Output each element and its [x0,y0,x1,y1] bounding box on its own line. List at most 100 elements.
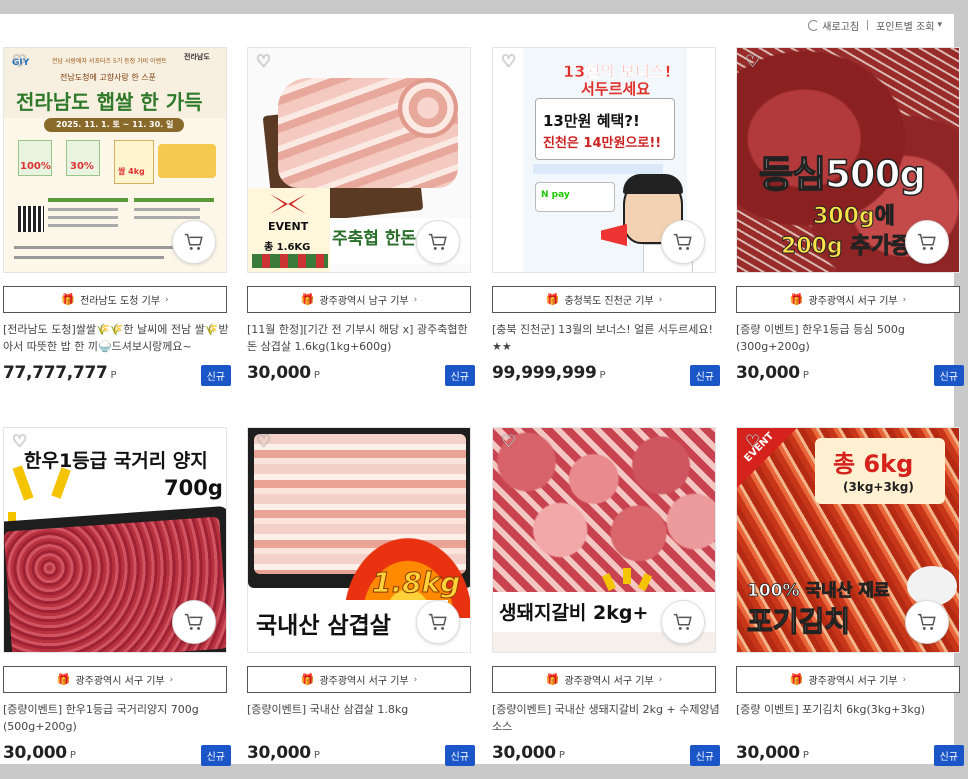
price-row: 99,999,999 P 신규 [492,363,720,387]
heart-icon[interactable]: ♡ [745,434,760,451]
product-card[interactable]: 1.8kg 국내산 삼겹살 ♡ 🎁 광주광역시 서구 기부 › [증량이벤트] … [247,427,475,767]
chevron-right-icon: › [165,294,169,305]
cart-icon [428,613,447,630]
add-to-cart-button[interactable] [661,220,705,264]
product-card[interactable]: 주축협 한돈 EVENT 총 1.6KG ♡ 🎁 광주광역시 남구 기부 › [… [247,47,475,387]
product-title[interactable]: [증량이벤트] 국내산 생돼지갈비 2kg + 수제양념소스 [492,701,720,737]
product-title[interactable]: [충북 진천군] 13월의 보너스! 얼른 서두르세요! ★★ [492,321,720,357]
add-to-cart-button[interactable] [661,600,705,644]
add-to-cart-button[interactable] [416,220,460,264]
new-badge: 신규 [200,745,231,766]
donation-region-button[interactable]: 🎁 광주광역시 서구 기부 › [3,666,227,693]
add-to-cart-button[interactable] [905,600,949,644]
product-image[interactable]: 전남 사랑애자 서포터즈 5기 등청 가비 이벤트 전남도청에 고향사랑 한 스… [3,47,227,273]
product-title[interactable]: [증량이벤트] 국내산 삼겹살 1.8kg [247,701,475,737]
product-title[interactable]: [증량 이벤트] 포기김치 6kg(3kg+3kg) [736,701,964,737]
donation-region-button[interactable]: 🎁 광주광역시 서구 기부 › [247,666,471,693]
gift-icon: 🎁 [56,673,71,686]
refresh-button[interactable]: 새로고침 [808,18,859,33]
add-to-cart-button[interactable] [416,600,460,644]
gift-icon: 🎁 [545,293,560,306]
refresh-icon [808,19,820,31]
product-price: 30,000 P [736,743,809,763]
toolbar: 새로고침 포인트별 조회 ▾ [808,16,942,34]
heart-icon[interactable]: ♡ [256,434,271,451]
gift-icon: 🎁 [300,293,315,306]
add-to-cart-button[interactable] [172,600,216,644]
chevron-right-icon: › [902,294,907,305]
product-card[interactable]: 전남 사랑애자 서포터즈 5기 등청 가비 이벤트 전남도청에 고향사랑 한 스… [3,47,231,387]
product-image[interactable]: 생돼지갈비 2kg+ ♡ [492,427,716,653]
donation-region-button[interactable]: 🎁 광주광역시 서구 기부 › [736,286,960,313]
cart-icon [917,613,936,630]
product-image[interactable]: 등심500g 300g에 200g 추가증 ♡ [736,47,960,273]
product-title[interactable]: [증량 이벤트] 한우1등급 등심 500g (300g+200g) [736,321,964,357]
product-image[interactable]: 13월의 보너스! 서두르세요 13만원 혜택?! 진천은 14만원으로!! N… [492,47,716,273]
price-row: 77,777,777 P 신규 [3,363,231,387]
price-row: 30,000 P 신규 [247,363,475,387]
chevron-right-icon: › [169,674,174,685]
product-price: 30,000 P [736,363,809,383]
product-price: 30,000 P [492,743,565,763]
cart-icon [673,233,692,250]
gift-icon: 🎁 [789,673,804,686]
add-to-cart-button[interactable] [905,220,949,264]
chevron-right-icon: › [658,674,663,685]
sort-dropdown[interactable]: 포인트별 조회 ▾ [876,18,942,33]
new-badge: 신규 [689,365,720,386]
heart-icon[interactable]: ♡ [501,434,516,451]
product-image[interactable]: 한우1등급 국거리 양지 700g ♡ [3,427,227,653]
product-card[interactable]: 13월의 보너스! 서두르세요 13만원 혜택?! 진천은 14만원으로!! N… [492,47,720,387]
donation-region-button[interactable]: 🎁 광주광역시 남구 기부 › [247,286,471,313]
price-row: 30,000 P 신규 [736,743,964,767]
product-image[interactable]: 1.8kg 국내산 삼겹살 ♡ [247,427,471,653]
new-badge: 신규 [933,365,964,386]
product-card[interactable]: EVENT 총 6kg (3kg+3kg) 100% 국내산 재료 포기김치 ♡… [736,427,964,767]
new-badge: 신규 [933,745,964,766]
donation-region-button[interactable]: 🎁 전라남도 도청 기부 › [3,286,227,313]
product-grid-page: 새로고침 포인트별 조회 ▾ 전남 사랑애자 서포터즈 5기 등청 가비 이벤트… [0,14,964,767]
product-image[interactable]: EVENT 총 6kg (3kg+3kg) 100% 국내산 재료 포기김치 ♡ [736,427,960,653]
cart-icon [184,613,203,630]
divider [867,20,869,30]
price-row: 30,000 P 신규 [247,743,475,767]
product-price: 99,999,999 P [492,363,606,383]
chevron-right-icon: › [413,294,418,305]
new-badge: 신규 [444,745,475,766]
product-price: 30,000 P [247,363,320,383]
chevron-right-icon: › [413,674,418,685]
donation-region-button[interactable]: 🎁 광주광역시 서구 기부 › [492,666,716,693]
product-price: 30,000 P [247,743,320,763]
heart-icon[interactable]: ♡ [745,54,760,71]
new-badge: 신규 [689,745,720,766]
new-badge: 신규 [200,365,231,386]
price-row: 30,000 P 신규 [3,743,231,767]
product-image[interactable]: 주축협 한돈 EVENT 총 1.6KG ♡ [247,47,471,273]
product-card[interactable]: 한우1등급 국거리 양지 700g ♡ 🎁 광주광역시 서구 기부 › [증량이… [3,427,231,767]
product-price: 77,777,777 P [3,363,117,383]
gift-icon: 🎁 [61,293,76,306]
price-row: 30,000 P 신규 [736,363,964,387]
product-card[interactable]: 생돼지갈비 2kg+ ♡ 🎁 광주광역시 서구 기부 › [증량이벤트] 국내산… [492,427,720,767]
heart-icon[interactable]: ♡ [501,54,516,71]
add-to-cart-button[interactable] [172,220,216,264]
cart-icon [673,613,692,630]
gift-icon: 🎁 [545,673,560,686]
heart-icon[interactable]: ♡ [256,54,271,71]
product-title[interactable]: [전라남도 도청]쌀쌀🌾🌾한 날씨에 전남 쌀🌾받아서 따뜻한 밥 한 끼🍚드셔… [3,321,231,357]
product-price: 30,000 P [3,743,76,763]
product-card[interactable]: 등심500g 300g에 200g 추가증 ♡ 🎁 광주광역시 서구 기부 › … [736,47,964,387]
chevron-right-icon: › [658,294,663,305]
donation-region-button[interactable]: 🎁 광주광역시 서구 기부 › [736,666,960,693]
donation-region-button[interactable]: 🎁 충청북도 진천군 기부 › [492,286,716,313]
gift-icon: 🎁 [789,293,804,306]
cart-icon [917,233,936,250]
price-row: 30,000 P 신규 [492,743,720,767]
chevron-right-icon: › [902,674,907,685]
gift-icon: 🎁 [300,673,315,686]
heart-icon[interactable]: ♡ [12,434,27,451]
product-title[interactable]: [증량이벤트] 한우1등급 국거리양지 700g (500g+200g) [3,701,231,737]
cart-icon [428,233,447,250]
heart-icon[interactable]: ♡ [12,54,27,71]
product-title[interactable]: [11월 한정][기간 전 기부시 해당 x] 광주축협한돈 삼겹살 1.6kg… [247,321,475,357]
